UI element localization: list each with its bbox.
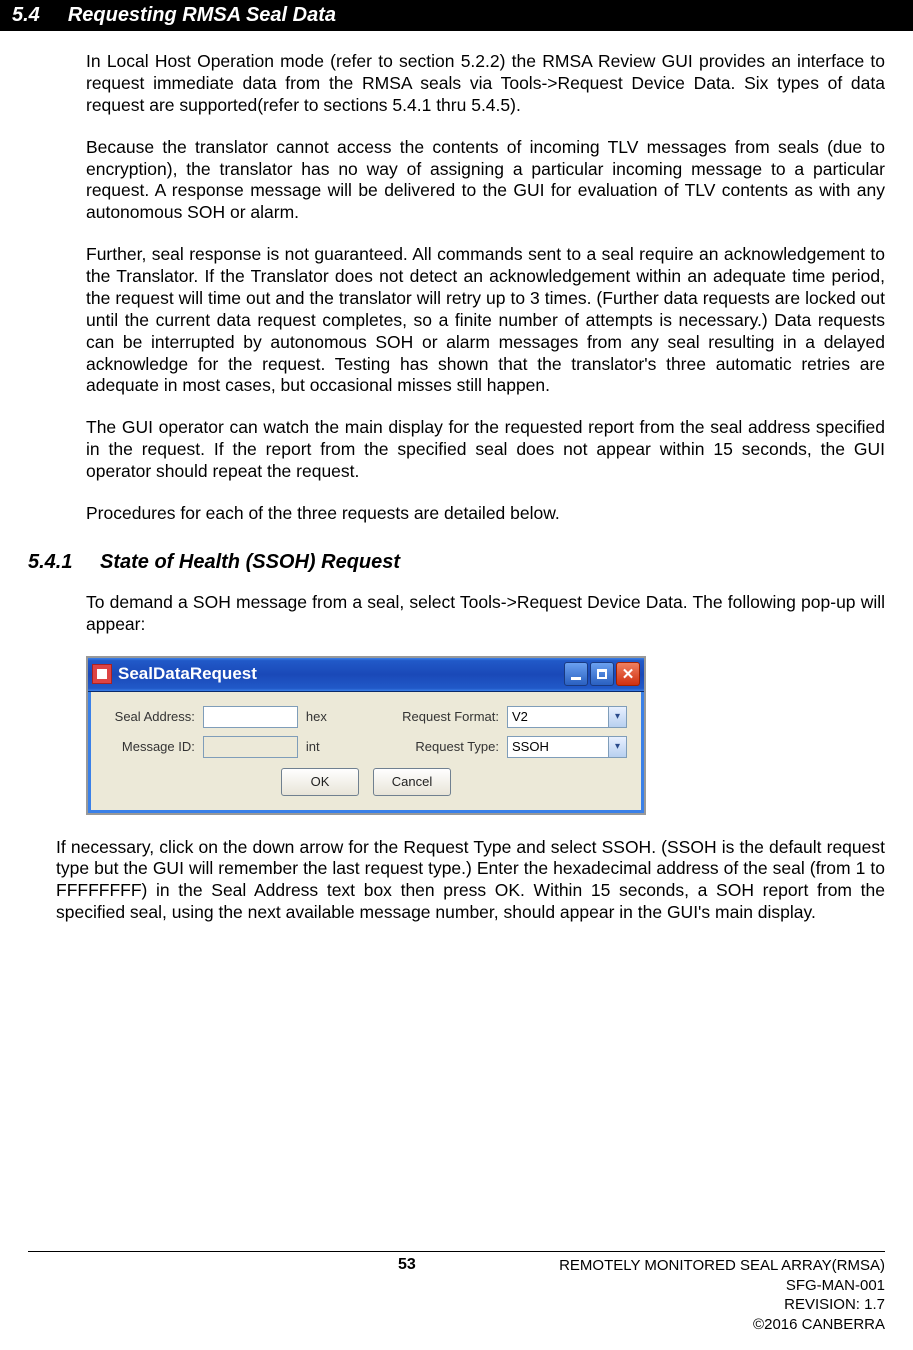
- form-grid: Seal Address: hex Request Format: V2 ▾ M…: [105, 706, 627, 758]
- request-type-label: Request Type:: [393, 739, 500, 754]
- hex-label: hex: [306, 709, 337, 724]
- subsection-number: 5.4.1: [28, 551, 86, 574]
- seal-data-request-dialog: SealDataRequest ✕ Seal Address: hex Requ…: [86, 656, 646, 815]
- maximize-icon: [597, 669, 607, 679]
- int-label: int: [306, 739, 337, 754]
- minimize-icon: [571, 677, 581, 680]
- maximize-button[interactable]: [590, 662, 614, 686]
- paragraph-1: In Local Host Operation mode (refer to s…: [86, 51, 885, 117]
- section-number: 5.4: [12, 4, 40, 27]
- page-footer: 53 REMOTELY MONITORED SEAL ARRAY(RMSA) S…: [28, 1251, 885, 1334]
- close-icon: ✕: [622, 665, 635, 683]
- section-title: Requesting RMSA Seal Data: [68, 4, 336, 27]
- page-number: 53: [398, 1256, 416, 1274]
- paragraph-2: Because the translator cannot access the…: [86, 137, 885, 225]
- window-buttons: ✕: [564, 662, 640, 686]
- paragraph-3: Further, seal response is not guaranteed…: [86, 244, 885, 397]
- chevron-down-icon: ▾: [608, 737, 626, 757]
- request-type-select[interactable]: SSOH ▾: [507, 736, 627, 758]
- dialog-title: SealDataRequest: [118, 664, 558, 684]
- message-id-label: Message ID:: [105, 739, 195, 754]
- page-content: In Local Host Operation mode (refer to s…: [0, 31, 913, 924]
- request-type-value: SSOH: [512, 739, 549, 754]
- seal-address-input[interactable]: [203, 706, 298, 728]
- chevron-down-icon: ▾: [608, 707, 626, 727]
- dialog-button-row: OK Cancel: [105, 768, 627, 796]
- dialog-body: Seal Address: hex Request Format: V2 ▾ M…: [88, 692, 644, 813]
- footer-right-block: REMOTELY MONITORED SEAL ARRAY(RMSA) SFG-…: [559, 1256, 885, 1334]
- dialog-screenshot: SealDataRequest ✕ Seal Address: hex Requ…: [86, 656, 885, 815]
- footer-line-1: REMOTELY MONITORED SEAL ARRAY(RMSA): [559, 1256, 885, 1276]
- request-format-value: V2: [512, 709, 528, 724]
- request-format-select[interactable]: V2 ▾: [507, 706, 627, 728]
- window-icon: [92, 664, 112, 684]
- subsection-header: 5.4.1 State of Health (SSOH) Request: [28, 551, 885, 574]
- ok-button[interactable]: OK: [281, 768, 359, 796]
- dialog-titlebar[interactable]: SealDataRequest ✕: [88, 658, 644, 692]
- cancel-button[interactable]: Cancel: [373, 768, 451, 796]
- message-id-input: [203, 736, 298, 758]
- paragraph-5: Procedures for each of the three request…: [86, 503, 885, 525]
- close-button[interactable]: ✕: [616, 662, 640, 686]
- minimize-button[interactable]: [564, 662, 588, 686]
- subsection-title: State of Health (SSOH) Request: [100, 551, 400, 574]
- sub-paragraph-2: If necessary, click on the down arrow fo…: [56, 837, 885, 925]
- section-header-bar: 5.4 Requesting RMSA Seal Data: [0, 0, 913, 31]
- footer-line-2: SFG-MAN-001: [559, 1276, 885, 1296]
- request-format-label: Request Format:: [393, 709, 500, 724]
- sub-paragraph-1: To demand a SOH message from a seal, sel…: [86, 592, 885, 636]
- seal-address-label: Seal Address:: [105, 709, 195, 724]
- footer-line-4: ©2016 CANBERRA: [559, 1315, 885, 1335]
- footer-line-3: REVISION: 1.7: [559, 1295, 885, 1315]
- paragraph-4: The GUI operator can watch the main disp…: [86, 417, 885, 483]
